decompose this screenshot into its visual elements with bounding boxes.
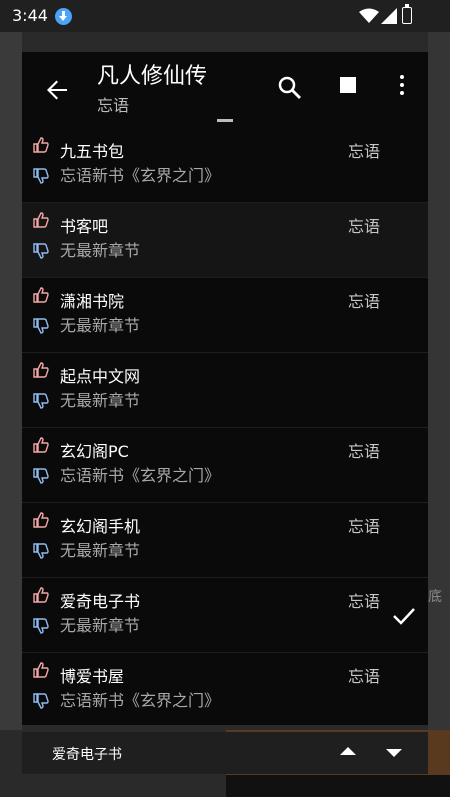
background-dark-strip [226, 775, 450, 797]
source-author: 忘语 [347, 142, 380, 161]
bottom-bar: 爱奇电子书 [22, 732, 428, 774]
thumb-up-icon[interactable] [32, 136, 50, 154]
source-name: 博爱书屋 [60, 667, 125, 686]
source-row[interactable]: 玄幻阁PC 忘语新书《玄界之门》 忘语 [22, 428, 428, 503]
thumb-down-icon[interactable] [32, 542, 50, 560]
battery-icon [402, 4, 412, 24]
scroll-up-icon[interactable] [340, 747, 356, 755]
source-author: 忘语 [347, 592, 380, 611]
source-row[interactable]: 起点中文网 无最新章节 [22, 353, 428, 428]
source-latest-chapter: 忘语新书《玄界之门》 [60, 466, 221, 485]
loading-indicator [217, 119, 233, 122]
source-author: 忘语 [347, 517, 380, 536]
source-latest-chapter: 无最新章节 [60, 391, 141, 410]
thumb-down-icon[interactable] [32, 392, 50, 410]
source-list: 九五书包 忘语新书《玄界之门》 忘语 书客吧 无最新章节 忘语 潇湘书院 无最新… [22, 128, 428, 725]
current-source-label: 爱奇电子书 [52, 747, 122, 763]
source-latest-chapter: 无最新章节 [60, 241, 141, 260]
source-author: 忘语 [347, 442, 380, 461]
background-right [428, 0, 450, 797]
source-name: 九五书包 [60, 142, 125, 161]
source-latest-chapter: 忘语新书《玄界之门》 [60, 691, 221, 710]
source-name: 潇湘书院 [60, 292, 125, 311]
source-latest-chapter: 无最新章节 [60, 316, 141, 335]
thumb-up-icon[interactable] [32, 211, 50, 229]
source-row[interactable]: 潇湘书院 无最新章节 忘语 [22, 278, 428, 353]
thumb-up-icon[interactable] [32, 286, 50, 304]
source-author: 忘语 [347, 667, 380, 686]
background-left [0, 0, 22, 797]
thumb-down-icon[interactable] [32, 242, 50, 260]
source-name: 书客吧 [60, 217, 109, 236]
thumb-up-icon[interactable] [32, 586, 50, 604]
source-author: 忘语 [347, 217, 380, 236]
thumb-up-icon[interactable] [32, 361, 50, 379]
check-icon [393, 608, 415, 625]
scroll-down-icon[interactable] [386, 749, 402, 757]
source-name: 爱奇电子书 [60, 592, 141, 611]
source-latest-chapter: 忘语新书《玄界之门》 [60, 166, 221, 185]
thumb-down-icon[interactable] [32, 317, 50, 335]
source-name: 玄幻阁PC [60, 442, 129, 461]
thumb-down-icon[interactable] [32, 692, 50, 710]
source-name: 玄幻阁手机 [60, 517, 141, 536]
book-author: 忘语 [97, 96, 130, 115]
thumb-up-icon[interactable] [32, 661, 50, 679]
source-latest-chapter: 无最新章节 [60, 541, 141, 560]
dialog-toolbar: 凡人修仙传 忘语 [22, 52, 428, 128]
search-icon[interactable] [276, 74, 304, 102]
source-row[interactable]: 爱奇电子书 无最新章节 忘语 [22, 578, 428, 653]
thumb-down-icon[interactable] [32, 617, 50, 635]
download-icon [55, 8, 72, 25]
status-bar: 3:44 [0, 0, 450, 32]
background-text-fragment: 底 [428, 589, 442, 605]
thumb-up-icon[interactable] [32, 436, 50, 454]
thumb-up-icon[interactable] [32, 511, 50, 529]
arrow-back-icon[interactable] [40, 72, 76, 108]
wifi-icon [359, 8, 379, 23]
source-name: 起点中文网 [60, 367, 141, 386]
source-row[interactable]: 博爱书屋 忘语新书《玄界之门》 忘语 [22, 653, 428, 725]
thumb-down-icon[interactable] [32, 167, 50, 185]
book-title: 凡人修仙传 [97, 64, 208, 89]
stop-icon[interactable] [340, 77, 356, 93]
source-row[interactable]: 书客吧 无最新章节 忘语 [22, 203, 428, 278]
more-vert-icon[interactable] [392, 72, 412, 102]
change-source-dialog: 凡人修仙传 忘语 九五书包 忘语新书《玄界之门》 忘语 书客吧 无最新章节 忘语… [22, 52, 428, 725]
source-author: 忘语 [347, 292, 380, 311]
source-latest-chapter: 无最新章节 [60, 616, 141, 635]
status-time: 3:44 [12, 6, 48, 25]
thumb-down-icon[interactable] [32, 467, 50, 485]
source-row[interactable]: 玄幻阁手机 无最新章节 忘语 [22, 503, 428, 578]
source-row[interactable]: 九五书包 忘语新书《玄界之门》 忘语 [22, 128, 428, 203]
signal-icon [381, 8, 397, 24]
